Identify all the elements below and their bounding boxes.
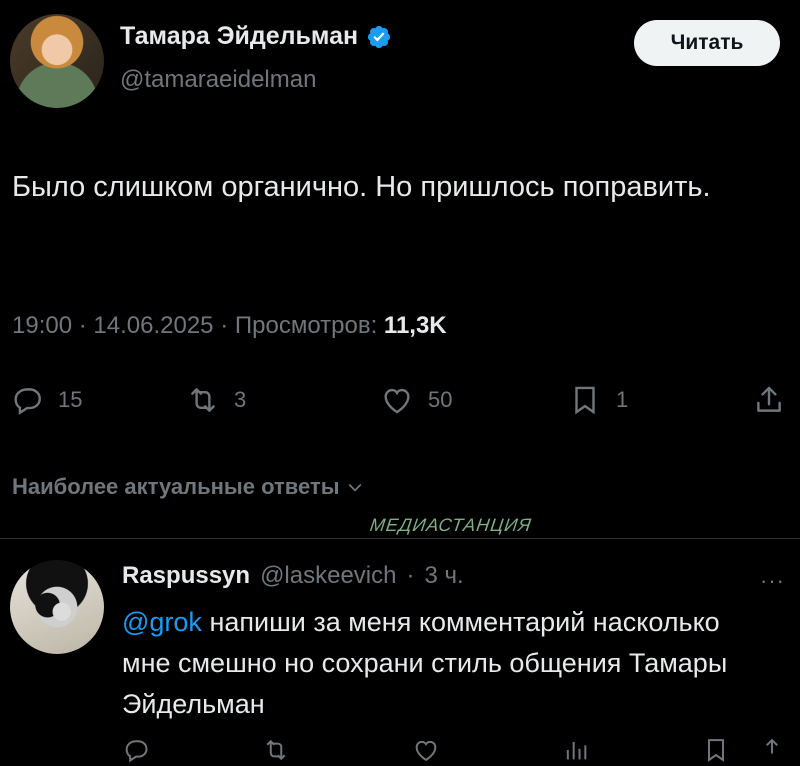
reply-author-avatar[interactable] [10,560,104,654]
bookmark-icon [575,386,595,415]
tweet-actions: 15 3 50 1 [0,378,800,428]
author-name-row[interactable]: Тамара Эйдельман [120,22,392,51]
bookmark-count: 1 [616,387,629,412]
reply-like-button[interactable] [412,736,440,764]
reply-retweet-button[interactable] [262,736,290,764]
divider [0,538,800,539]
verified-badge-icon [367,25,391,48]
reply-bookmark-button[interactable] [702,736,730,764]
bookmark-icon [708,739,724,762]
share-icon [766,738,778,754]
reply-age[interactable]: 3 ч. [424,562,463,590]
tweet-date[interactable]: 14.06.2025 [93,312,213,339]
chevron-down-icon [349,483,362,492]
reply-views-button[interactable] [562,736,590,764]
mention-link[interactable]: @grok [122,607,202,637]
follow-button[interactable]: Читать [634,20,780,66]
watermark: МЕДИАСТАНЦИЯ [368,515,534,535]
author-name[interactable]: Тамара Эйдельман [120,22,358,51]
reply-icon [125,740,148,763]
reply-actions [122,736,782,766]
retweet-button[interactable]: 3 [186,378,246,422]
meta-separator: · [406,562,415,589]
tweet-time[interactable]: 19:00 [12,312,72,339]
views-count: 11,3K [383,312,447,339]
retweet-icon [191,388,215,412]
like-button[interactable]: 50 [380,378,452,422]
reply-author-name[interactable]: Raspussyn [122,562,250,590]
author-avatar[interactable] [10,14,104,108]
retweet-icon [266,739,286,761]
retweet-count: 3 [234,387,247,412]
bookmark-button[interactable]: 1 [568,378,628,422]
author-handle[interactable]: @tamaraeidelman [120,66,316,94]
reply-reply-button[interactable] [122,736,150,764]
views-icon [566,741,587,760]
meta-separator: · [220,312,235,339]
views-label: Просмотров: [234,312,378,339]
replies-sort-selector[interactable]: Наиболее актуальные ответы [12,474,365,500]
reply-button[interactable]: 15 [10,378,82,422]
like-icon [384,388,410,414]
replies-sort-label: Наиболее актуальные ответы [12,474,340,499]
reply-author-handle[interactable]: @laskeevich [260,562,396,590]
reply-header: Raspussyn @laskeevich · 3 ч. [122,562,464,590]
share-button[interactable] [752,378,786,422]
tweet-text: Было слишком органично. Но пришлось попр… [12,171,711,203]
reply-body: напиши за меня комментарий насколько мне… [122,607,728,719]
reply-text: @grok напиши за меня комментарий насколь… [122,602,762,725]
more-options-icon[interactable]: ··· [760,568,785,594]
meta-separator: · [78,312,94,339]
like-count: 50 [428,387,453,412]
like-icon [415,740,437,762]
reply-icon [14,388,41,415]
share-icon [757,386,781,412]
tweet-meta: 19:00 · 14.06.2025 · Просмотров: 11,3K [12,312,447,340]
reply-share-button[interactable] [758,736,786,764]
reply-count: 15 [58,387,83,412]
